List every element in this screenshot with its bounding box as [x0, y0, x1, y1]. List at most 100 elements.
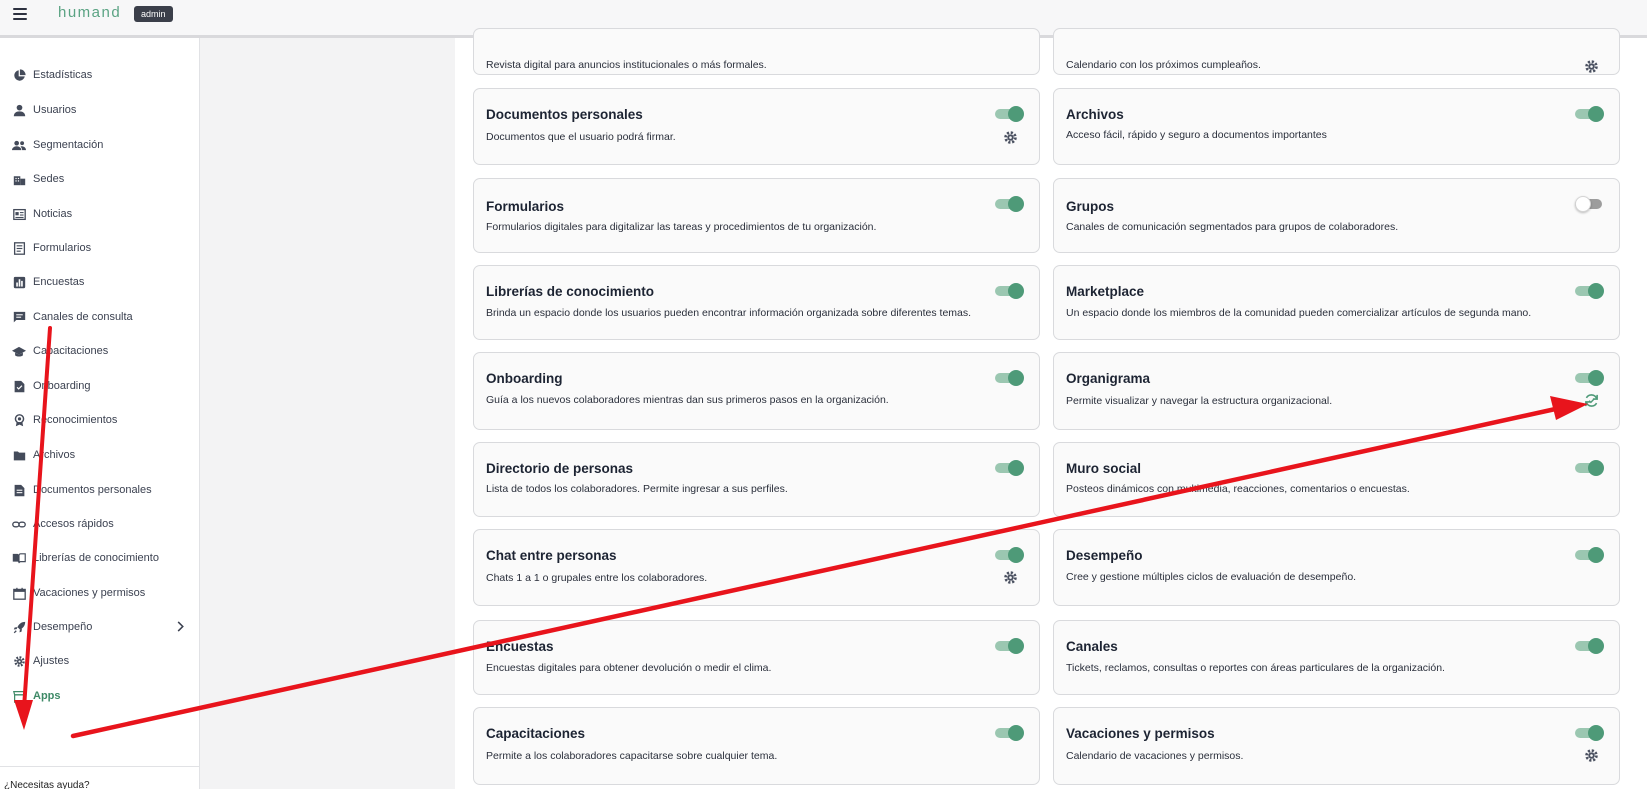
- sidebar-item-usuarios[interactable]: Usuarios: [12, 99, 192, 121]
- sidebar-item-onboarding[interactable]: Onboarding: [12, 375, 192, 397]
- sidebar-item-ajustes[interactable]: Ajustes: [12, 650, 192, 672]
- chat-icon: [12, 310, 26, 324]
- sidebar-item-capacitaciones[interactable]: Capacitaciones: [12, 340, 192, 362]
- app-toggle[interactable]: [1575, 460, 1604, 476]
- app-card-title: Canales: [1066, 639, 1118, 654]
- sidebar-item-accesos-rapidos[interactable]: Accesos rápidos: [12, 513, 192, 535]
- sidebar-item-label: Sedes: [33, 173, 65, 185]
- chevron-right-icon[interactable]: [176, 621, 184, 635]
- app-toggle[interactable]: [1575, 106, 1604, 122]
- sidebar-item-apps[interactable]: Apps: [12, 685, 192, 707]
- sidebar-item-label: Librerías de conocimiento: [33, 552, 159, 564]
- app-card-grupos: Grupos Canales de comunicación segmentad…: [1053, 178, 1620, 253]
- gear-icon[interactable]: [1584, 748, 1599, 763]
- gear-icon[interactable]: [1003, 570, 1018, 585]
- app-toggle[interactable]: [1575, 725, 1604, 741]
- app-card-description: Guía a los nuevos colaboradores mientras…: [486, 394, 889, 406]
- sidebar-item-label: Accesos rápidos: [33, 518, 114, 530]
- sidebar-item-label: Documentos personales: [33, 484, 152, 496]
- sidebar-item-segmentacion[interactable]: Segmentación: [12, 134, 192, 156]
- app-card-title: Chat entre personas: [486, 548, 617, 563]
- calendar-icon: [12, 586, 26, 600]
- users-group-icon: [12, 138, 26, 152]
- sidebar-item-encuestas[interactable]: Encuestas: [12, 271, 192, 293]
- sidebar-item-label: Capacitaciones: [33, 345, 109, 357]
- app-card-organigrama: Organigrama Permite visualizar y navegar…: [1053, 352, 1620, 430]
- sidebar-item-canales-de-consulta[interactable]: Canales de consulta: [12, 306, 192, 328]
- app-toggle[interactable]: [995, 460, 1024, 476]
- app-card-description: Encuestas digitales para obtener devoluc…: [486, 662, 772, 674]
- app-card-formularios: Formularios Formularios digitales para d…: [473, 178, 1040, 253]
- app-toggle[interactable]: [995, 196, 1024, 212]
- app-card-documentos-personales: Documentos personales Documentos que el …: [473, 88, 1040, 165]
- app-toggle[interactable]: [1575, 283, 1604, 299]
- sidebar-item-desempeno[interactable]: Desempeño: [12, 616, 192, 638]
- app-card-directorio-de-personas: Directorio de personas Lista de todos lo…: [473, 442, 1040, 517]
- bar-chart-icon: [12, 275, 26, 289]
- app-toggle[interactable]: [995, 283, 1024, 299]
- app-card-archivos: Archivos Acceso fácil, rápido y seguro a…: [1053, 88, 1620, 165]
- app-toggle[interactable]: [995, 638, 1024, 654]
- app-card-description: Posteos dinámicos con multimedia, reacci…: [1066, 483, 1410, 495]
- admin-badge: admin: [134, 6, 173, 22]
- sidebar-item-label: Segmentación: [33, 139, 104, 151]
- app-card-description: Chats 1 a 1 o grupales entre los colabor…: [486, 572, 708, 584]
- app-card-capacitaciones: Capacitaciones Permite a los colaborador…: [473, 707, 1040, 785]
- sidebar-item-label: Archivos: [33, 449, 76, 461]
- app-toggle[interactable]: [1575, 638, 1604, 654]
- link-icon: [12, 517, 26, 531]
- file-text-icon: [12, 483, 26, 497]
- book-icon: [12, 551, 26, 565]
- app-card-muro-social: Muro social Posteos dinámicos con multim…: [1053, 442, 1620, 517]
- sidebar-item-vacaciones-y-permisos[interactable]: Vacaciones y permisos: [12, 582, 192, 604]
- sidebar-item-formularios[interactable]: Formularios: [12, 237, 192, 259]
- app-card-encuestas: Encuestas Encuestas digitales para obten…: [473, 620, 1040, 695]
- sidebar-item-librerias-de-conocimiento[interactable]: Librerías de conocimiento: [12, 547, 192, 569]
- app-card-description: Documentos que el usuario podrá firmar.: [486, 131, 676, 143]
- app-card-title: Directorio de personas: [486, 461, 634, 476]
- sidebar-item-label: Apps: [33, 690, 61, 702]
- sidebar-item-label: Estadísticas: [33, 69, 93, 81]
- sidebar-item-label: Ajustes: [33, 655, 70, 667]
- app-card-description: Calendario de vacaciones y permisos.: [1066, 750, 1244, 762]
- app-card-description: Tickets, reclamos, consultas o reportes …: [1066, 662, 1445, 674]
- gear-icon[interactable]: [1584, 59, 1599, 74]
- hamburger-menu-icon[interactable]: [13, 8, 27, 20]
- app-toggle[interactable]: [995, 725, 1024, 741]
- app-card-title: Desempeño: [1066, 548, 1143, 563]
- help-link[interactable]: ¿Necesitas ayuda?: [4, 780, 90, 789]
- sidebar-item-documentos-personales[interactable]: Documentos personales: [12, 479, 192, 501]
- app-card-title: Muro social: [1066, 461, 1142, 476]
- app-card-description: Formularios digitales para digitalizar l…: [486, 221, 877, 233]
- sync-icon[interactable]: [1584, 393, 1599, 408]
- app-toggle[interactable]: [995, 370, 1024, 386]
- rocket-icon: [12, 620, 26, 634]
- app-card-title: Capacitaciones: [486, 726, 586, 741]
- sidebar-item-label: Vacaciones y permisos: [33, 587, 146, 599]
- apps-panel: Revista digital para anuncios institucio…: [455, 28, 1647, 789]
- gear-icon[interactable]: [1003, 130, 1018, 145]
- app-card-description: Permite visualizar y navegar la estructu…: [1066, 395, 1333, 407]
- sidebar-divider: [0, 766, 200, 767]
- sidebar-item-estadisticas[interactable]: Estadísticas: [12, 64, 192, 86]
- sidebar-item-sedes[interactable]: Sedes: [12, 168, 192, 190]
- gear-icon: [12, 654, 26, 668]
- sidebar-item-label: Encuestas: [33, 276, 85, 288]
- app-toggle[interactable]: [1575, 370, 1604, 386]
- sidebar-item-reconocimientos[interactable]: Reconocimientos: [12, 409, 192, 431]
- app-toggle[interactable]: [1575, 196, 1604, 212]
- sidebar-item-archivos[interactable]: Archivos: [12, 444, 192, 466]
- sidebar-item-label: Reconocimientos: [33, 414, 118, 426]
- app-card-title: Grupos: [1066, 199, 1115, 214]
- sidebar-item-label: Usuarios: [33, 104, 77, 116]
- app-toggle[interactable]: [1575, 547, 1604, 563]
- app-toggle[interactable]: [995, 547, 1024, 563]
- document-check-icon: [12, 379, 26, 393]
- sidebar: Estadísticas Usuarios Segmentación Sedes…: [0, 38, 200, 789]
- app-card-cumpleanos: Calendario con los próximos cumpleaños.: [1053, 28, 1620, 75]
- sidebar-item-noticias[interactable]: Noticias: [12, 203, 192, 225]
- app-toggle[interactable]: [995, 106, 1024, 122]
- app-card-description: Permite a los colaboradores capacitarse …: [486, 750, 778, 762]
- pie-chart-icon: [12, 68, 26, 82]
- app-card-description: Acceso fácil, rápido y seguro a document…: [1066, 129, 1327, 141]
